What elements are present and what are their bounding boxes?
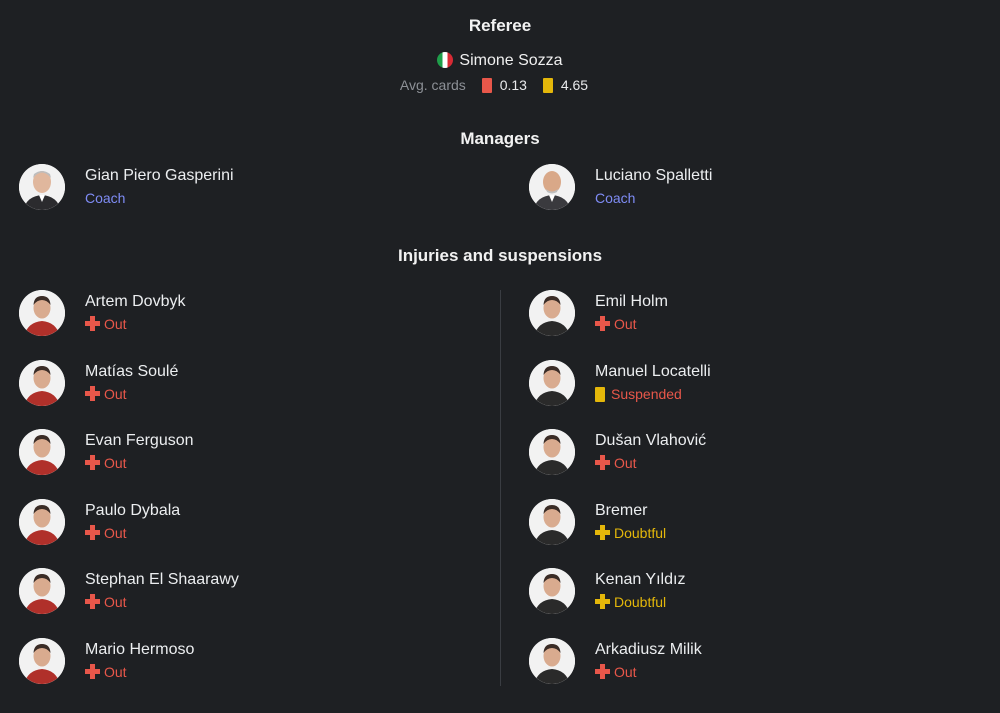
manager-role: Coach (85, 190, 126, 206)
injury-list-item[interactable]: Mario Hermoso Out (19, 638, 319, 684)
player-status-text: Out (104, 385, 127, 402)
player-status-text: Doubtful (614, 524, 667, 541)
injury-list-item[interactable]: Evan Ferguson Out (19, 429, 319, 476)
managers-title: Managers (460, 129, 540, 148)
injury-list-item[interactable]: Emil Holm Out (529, 290, 829, 336)
avatar (19, 359, 65, 406)
avatar (19, 498, 65, 545)
player-status: Out (85, 385, 127, 402)
player-status-text: Out (104, 594, 127, 611)
player-status-text: Out (614, 664, 637, 680)
player-name[interactable]: Artem Dovbyk (85, 293, 185, 311)
player-status-text: Out (104, 524, 127, 541)
avatar (19, 429, 65, 476)
injury-list-item[interactable]: Stephan El Shaarawy Out (19, 568, 319, 615)
injury-cross-icon (85, 664, 100, 679)
avatar (529, 429, 575, 476)
yellow-card-icon (595, 386, 605, 402)
injury-list-item[interactable]: Paulo Dybala Out (19, 498, 319, 545)
player-status: Out (85, 455, 127, 471)
player-status: Out (595, 316, 637, 332)
player-status-text: Out (614, 455, 637, 472)
avatar (529, 164, 575, 210)
manager-role: Coach (595, 190, 636, 206)
injury-cross-icon (85, 316, 100, 331)
avatar (529, 290, 575, 336)
player-status-text: Out (104, 316, 127, 332)
avg-cards-label: Avg. cards (399, 77, 466, 93)
avatar (529, 638, 575, 684)
yellow-card-icon (542, 78, 553, 93)
injury-list-item[interactable]: Manuel Locatelli Suspended (529, 359, 829, 406)
player-status-text: Out (104, 664, 127, 680)
manager-home[interactable]: Gian Piero Gasperini Coach (19, 164, 319, 210)
player-status: Suspended (595, 386, 682, 402)
injury-list-item[interactable]: Dušan Vlahović Out (529, 429, 829, 476)
player-name[interactable]: Matías Soulé (85, 363, 178, 381)
manager-away[interactable]: Luciano Spalletti Coach (529, 164, 829, 210)
injury-list-item[interactable]: Arkadiusz Milik Out (529, 638, 829, 684)
player-name[interactable]: Kenan Yıldız (595, 571, 685, 589)
manager-name[interactable]: Gian Piero Gasperini (85, 167, 234, 185)
red-card-icon (481, 78, 492, 93)
player-status: Doubtful (595, 594, 666, 610)
yellow-card-avg: 4.65 (560, 77, 589, 93)
player-status: Out (85, 594, 127, 610)
player-name[interactable]: Stephan El Shaarawy (85, 571, 239, 589)
avatar (19, 638, 65, 684)
red-card-avg: 0.13 (499, 77, 527, 93)
player-name[interactable]: Paulo Dybala (85, 502, 180, 520)
injury-cross-icon (85, 455, 100, 471)
injury-cross-icon (85, 594, 100, 610)
manager-name[interactable]: Luciano Spalletti (595, 167, 712, 185)
injuries-title: Injuries and suspensions (397, 246, 603, 265)
avatar (19, 290, 65, 336)
referee-name-row[interactable]: Simone Sozza (0, 51, 1000, 71)
column-divider (500, 290, 501, 686)
doubtful-cross-icon (595, 524, 610, 540)
player-status-text: Doubtful (614, 594, 667, 611)
player-status: Doubtful (595, 524, 667, 541)
referee-name[interactable]: Simone Sozza (459, 52, 562, 69)
injury-cross-icon (595, 316, 610, 331)
player-status: Out (85, 524, 127, 541)
player-name[interactable]: Dušan Vlahović (595, 432, 706, 450)
injury-cross-icon (595, 455, 610, 471)
injury-cross-icon (85, 524, 100, 540)
referee-title: Referee (468, 16, 532, 35)
player-status-text: Suspended (611, 385, 682, 402)
player-status: Out (595, 664, 637, 680)
player-name[interactable]: Evan Ferguson (85, 432, 194, 450)
player-name[interactable]: Mario Hermoso (85, 641, 194, 659)
injury-cross-icon (85, 385, 100, 401)
avatar (19, 568, 65, 615)
avatar (529, 568, 575, 615)
player-name[interactable]: Manuel Locatelli (595, 363, 711, 381)
player-name[interactable]: Emil Holm (595, 293, 668, 311)
player-status-text: Out (104, 455, 127, 472)
avatar (529, 498, 575, 545)
injury-list-item[interactable]: Bremer Doubtful (529, 498, 829, 545)
player-status: Out (85, 316, 127, 332)
doubtful-cross-icon (595, 594, 610, 610)
avatar (19, 164, 65, 210)
player-name[interactable]: Bremer (595, 502, 647, 520)
injury-list-item[interactable]: Artem Dovbyk Out (19, 290, 319, 336)
injury-list-item[interactable]: Kenan Yıldız Doubtful (529, 568, 829, 615)
player-name[interactable]: Arkadiusz Milik (595, 641, 702, 659)
injury-cross-icon (595, 664, 610, 679)
referee-avg-cards: Avg. cards 0.13 4.65 (0, 76, 1000, 94)
player-status: Out (85, 664, 127, 680)
avatar (529, 359, 575, 406)
italy-flag-icon (437, 52, 454, 68)
injury-list-item[interactable]: Matías Soulé Out (19, 359, 319, 406)
player-status: Out (595, 455, 637, 471)
player-status-text: Out (614, 316, 637, 332)
